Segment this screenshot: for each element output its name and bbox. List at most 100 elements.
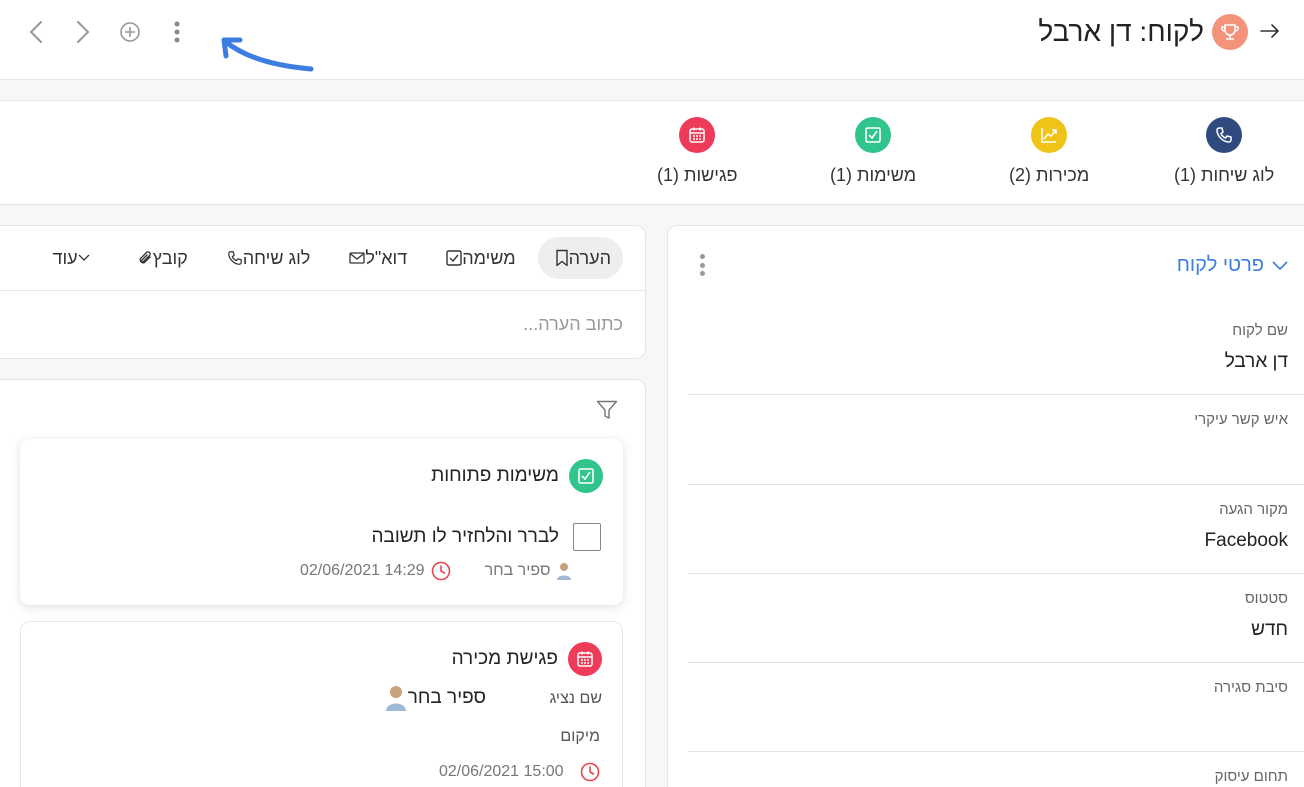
field-status[interactable]: סטטוס חדש	[688, 590, 1288, 641]
divider	[688, 573, 1304, 574]
phone-icon	[227, 250, 243, 266]
details-section-header[interactable]: פרטי לקוח	[1177, 254, 1288, 277]
trend-chart-icon	[1031, 117, 1068, 153]
calendar-icon	[568, 642, 602, 676]
divider	[688, 484, 1304, 485]
activity-feed: משימות פתוחות לברר והלחזיר לו תשובה 02/0…	[0, 379, 646, 787]
record-navigation	[24, 18, 212, 46]
kebab-menu-icon[interactable]	[699, 254, 705, 276]
avatar	[556, 561, 572, 581]
customer-details-panel: פרטי לקוח שם לקוח דן ארבל איש קשר עיקרי …	[667, 225, 1304, 787]
field-label: סטטוס	[1244, 590, 1288, 607]
composer-tab-label: הערה	[568, 247, 611, 268]
calendar-icon	[679, 117, 716, 153]
divider	[0, 290, 645, 291]
meeting-datetime: 02/06/2021 15:00	[439, 763, 564, 780]
checkbox-icon	[569, 459, 603, 493]
task-meta: 02/06/2021 14:29 ספיר בחר	[300, 561, 572, 581]
note-input[interactable]: כתוב הערה...	[523, 314, 623, 335]
annotation-arrow	[221, 37, 314, 72]
card-header: משימות פתוחות	[431, 459, 603, 493]
task-assignee: ספיר בחר	[484, 562, 551, 579]
field-value	[688, 440, 1288, 462]
task-due-date: 02/06/2021 14:29	[300, 562, 425, 579]
tab-tasks[interactable]: משימות (1)	[830, 117, 916, 186]
composer-tab-label: דוא"ל	[365, 247, 408, 268]
meeting-rep-row: שם נציג ספיר בחר	[21, 684, 624, 714]
task-item: לברר והלחזיר לו תשובה	[371, 523, 601, 551]
field-value: דן ארבל	[1224, 351, 1288, 372]
composer-tab-note[interactable]: הערה	[537, 237, 623, 279]
chevron-right-icon[interactable]	[71, 18, 95, 46]
card-title: משימות פתוחות	[431, 465, 559, 486]
field-closing-reason[interactable]: סיבת סגירה	[688, 679, 1288, 730]
checkbox-icon	[855, 117, 892, 153]
field-main-contact[interactable]: איש קשר עיקרי	[688, 411, 1288, 462]
phone-icon	[1206, 117, 1243, 153]
divider	[688, 662, 1304, 663]
trophy-icon	[1212, 14, 1248, 50]
field-customer-name[interactable]: שם לקוח דן ארבל	[688, 322, 1288, 373]
page-header: לקוח: דן ארבל	[1038, 14, 1280, 50]
divider	[688, 751, 1304, 752]
field-label: איש קשר עיקרי	[1194, 411, 1288, 428]
chevron-down-icon	[1272, 260, 1288, 271]
meeting-date: 02/06/2021 15:00	[439, 762, 600, 782]
chevron-left-icon[interactable]	[24, 18, 48, 46]
composer-tab-more[interactable]: עוד	[40, 237, 109, 279]
tab-call-log[interactable]: לוג שיחות (1)	[1174, 117, 1274, 186]
activity-composer: הערה משימה דוא"ל לוג שיחה קובץ עוד כתוב …	[0, 225, 646, 359]
card-title: פגישת מכירה	[451, 648, 558, 669]
section-title: פרטי לקוח	[1176, 254, 1264, 276]
field-lead-source[interactable]: מקור הגעה Facebook	[688, 501, 1288, 552]
composer-tab-label: קובץ	[152, 247, 188, 268]
page-title: לקוח: דן ארבל	[1038, 16, 1204, 47]
tab-meetings[interactable]: פגישות (1)	[657, 117, 738, 186]
field-value: Facebook	[1204, 530, 1288, 551]
field-label: מקור הגעה	[1219, 501, 1288, 518]
clock-icon	[580, 762, 600, 782]
checkbox-icon	[446, 250, 462, 266]
chevron-down-icon	[78, 254, 90, 262]
tab-label: מכירות (2)	[1009, 165, 1090, 185]
tab-label: פגישות (1)	[657, 165, 738, 185]
divider	[688, 394, 1304, 395]
field-value: חדש	[1251, 619, 1288, 640]
field-label: תחום עיסוק	[1214, 768, 1288, 785]
arrow-right-icon[interactable]	[1260, 19, 1280, 45]
top-bar: לקוח: דן ארבל	[0, 0, 1304, 80]
tab-label: לוג שיחות (1)	[1174, 165, 1275, 185]
task-title[interactable]: לברר והלחזיר לו תשובה	[371, 526, 559, 548]
open-tasks-card: משימות פתוחות לברר והלחזיר לו תשובה 02/0…	[20, 439, 623, 605]
meeting-card: פגישת מכירה שם נציג ספיר בחר מיקום 02/06…	[20, 621, 623, 787]
composer-tab-email[interactable]: דוא"ל	[332, 237, 419, 279]
field-label: שם נציג	[549, 690, 602, 707]
composer-tab-label: עוד	[52, 247, 78, 268]
plus-circle-icon[interactable]	[118, 18, 142, 46]
composer-tab-label: משימה	[462, 247, 516, 268]
field-label: שם לקוח	[1232, 322, 1288, 339]
composer-tab-file[interactable]: קובץ	[120, 237, 200, 279]
composer-tab-task[interactable]: משימה	[429, 237, 527, 279]
rep-name: ספיר בחר	[407, 687, 486, 708]
composer-tabs: הערה משימה דוא"ל לוג שיחה קובץ עוד	[30, 237, 623, 279]
related-tabs-bar: לוג שיחות (1) מכירות (2) משימות (1) פגיש…	[0, 100, 1304, 205]
clock-icon	[431, 561, 451, 581]
meeting-rep: ספיר בחר	[374, 684, 486, 712]
avatar	[384, 684, 408, 712]
envelope-icon	[349, 252, 365, 264]
field-business-sector[interactable]: תחום עיסוק	[688, 768, 1288, 785]
card-header: פגישת מכירה	[452, 642, 602, 676]
task-checkbox[interactable]	[573, 523, 601, 551]
paperclip-icon	[137, 250, 153, 266]
kebab-menu-icon[interactable]	[165, 18, 189, 46]
composer-tab-call-log[interactable]: לוג שיחה	[210, 237, 323, 279]
field-label: סיבת סגירה	[1213, 679, 1288, 696]
tab-sales[interactable]: מכירות (2)	[1009, 117, 1089, 186]
field-value	[688, 708, 1288, 730]
tab-label: משימות (1)	[830, 165, 917, 185]
composer-tab-label: לוג שיחה	[242, 247, 311, 268]
filter-icon[interactable]	[596, 400, 618, 425]
spacer	[0, 80, 1304, 100]
bookmark-icon	[555, 249, 569, 267]
